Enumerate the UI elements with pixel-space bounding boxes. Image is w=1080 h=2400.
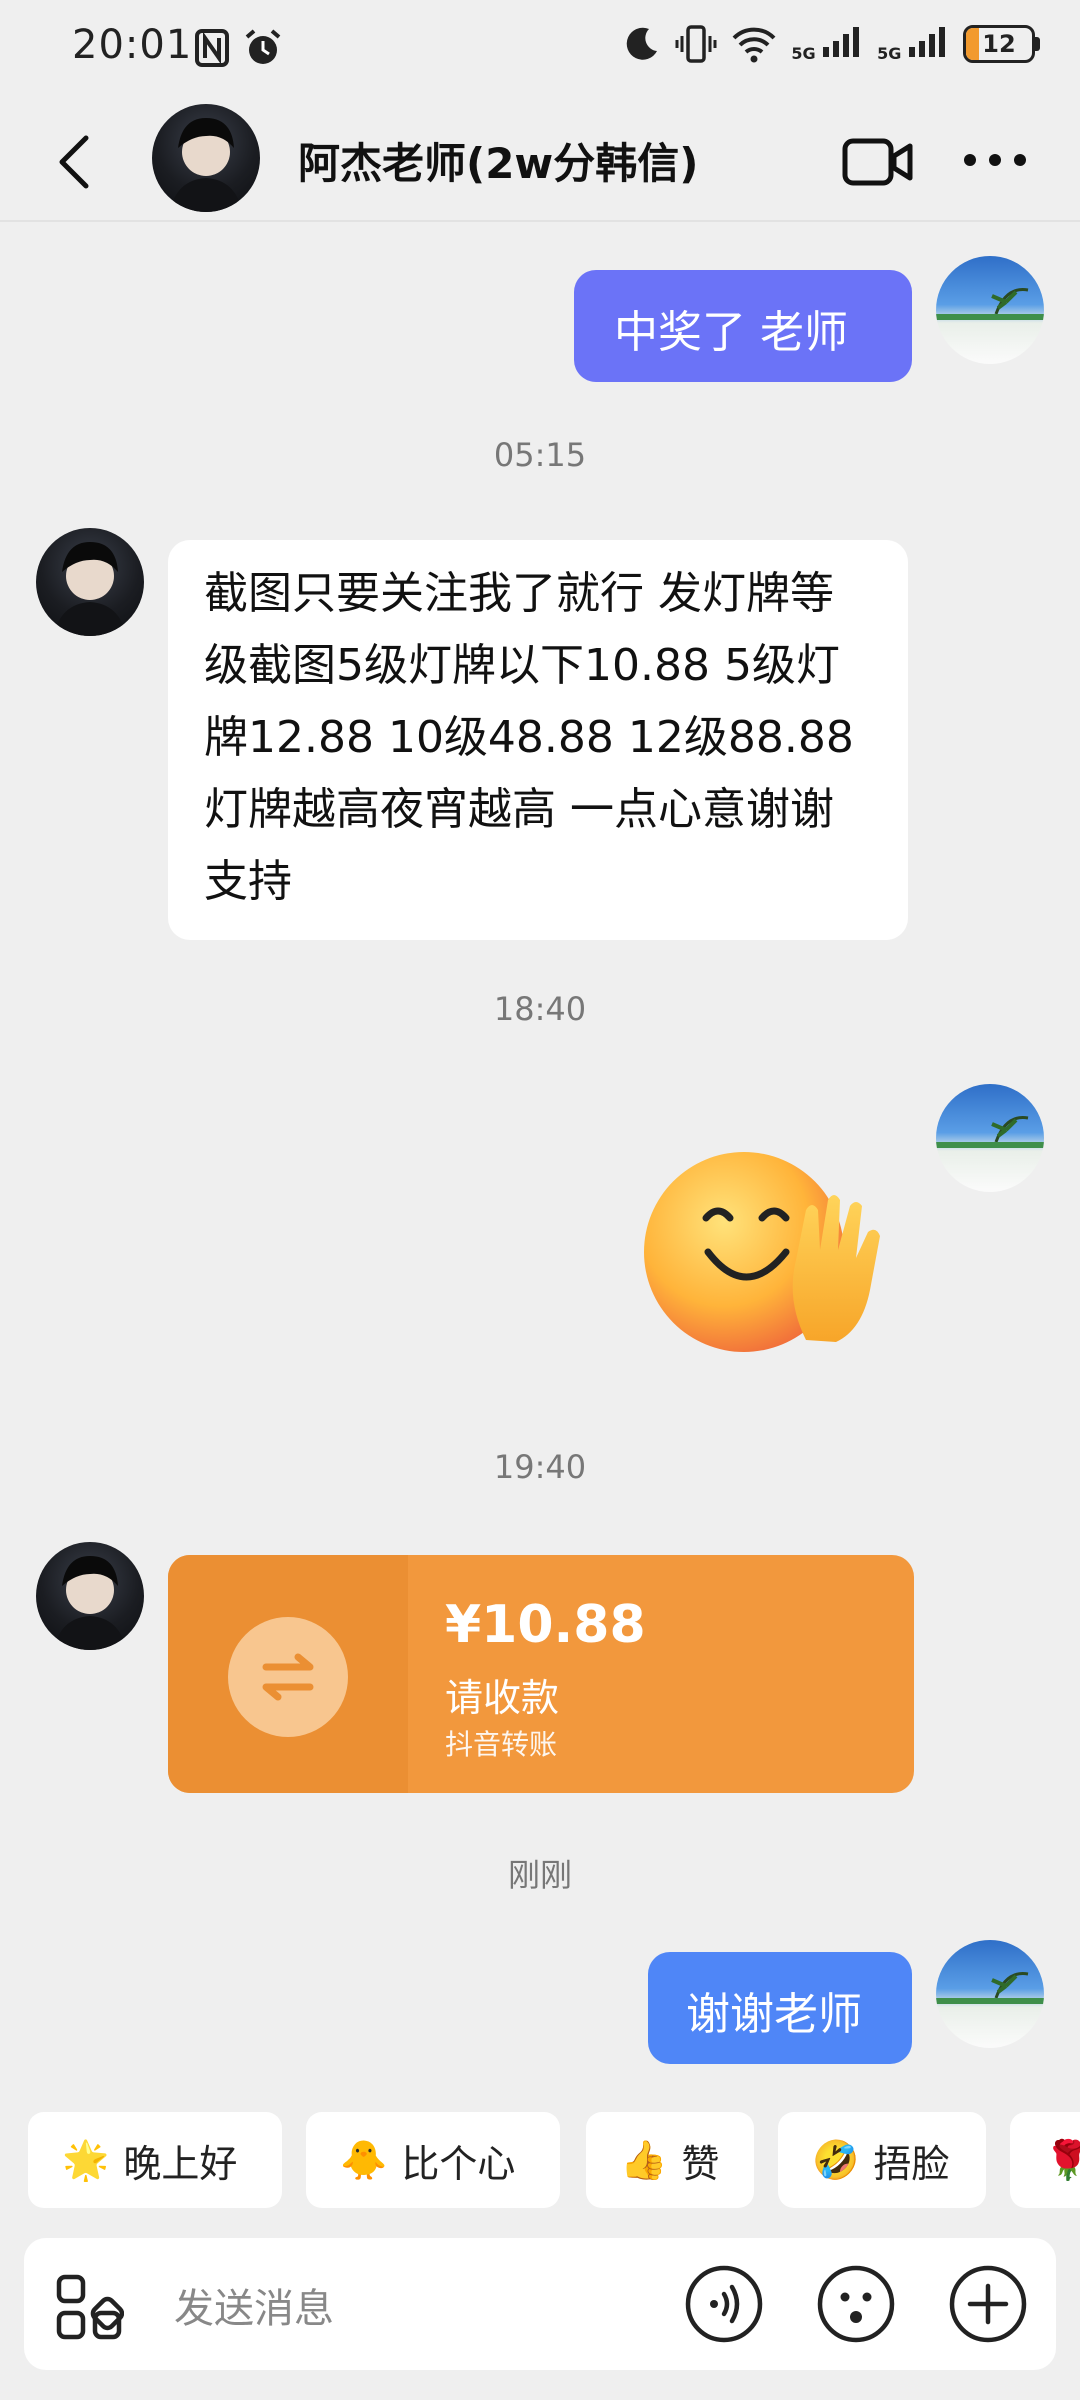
facepalm-laugh-emoji-icon: 🤣: [812, 2137, 860, 2182]
video-call-icon[interactable]: [842, 136, 914, 188]
transfer-source: 抖音转账: [445, 1728, 558, 1761]
emoji-icon[interactable]: [816, 2264, 896, 2344]
quick-reply-chip[interactable]: 🐥 比个心: [306, 2112, 560, 2208]
status-time: 20:01: [72, 22, 193, 68]
message-bubble-sent[interactable]: 谢谢老师: [648, 1952, 912, 2064]
chat-header: 阿杰老师(2w分韩信): [0, 100, 1080, 220]
quick-reply-chip[interactable]: 🤣 捂脸: [778, 2112, 986, 2208]
message-text: 谢谢老师: [686, 1989, 862, 2040]
chick-heart-emoji-icon: 🐥: [340, 2137, 388, 2182]
transfer-icon: [228, 1617, 348, 1737]
battery-icon: 12: [963, 25, 1035, 63]
quick-reply-label: 赞: [681, 2141, 720, 2186]
network-type-2: 5G: [877, 44, 902, 63]
transfer-amount: ¥10.88: [445, 1595, 646, 1655]
timestamp: 刚刚: [507, 1856, 572, 1894]
contact-avatar[interactable]: [152, 104, 260, 212]
quick-reply-chip[interactable]: 🌹: [1010, 2112, 1080, 2208]
back-arrow-icon[interactable]: [50, 132, 100, 192]
transfer-label: 请收款: [445, 1676, 560, 1720]
voice-icon[interactable]: [684, 2264, 764, 2344]
thumbs-up-emoji-icon: 👍: [620, 2137, 668, 2182]
message-bubble-sent[interactable]: 中奖了 老师: [574, 270, 912, 382]
star-emoji-icon: 🌟: [62, 2137, 110, 2182]
network-type-1: 5G: [791, 44, 816, 63]
my-avatar[interactable]: [936, 256, 1044, 364]
timestamp: 19:40: [493, 1448, 587, 1486]
message-input[interactable]: 发送消息: [174, 2276, 334, 2334]
signal-bars-icon: [823, 27, 860, 57]
quick-reply-chip[interactable]: 👍 赞: [586, 2112, 754, 2208]
transfer-card[interactable]: ¥10.88 请收款 抖音转账: [168, 1555, 914, 1793]
vibrate-icon: [675, 25, 717, 63]
quick-reply-label: 比个心: [401, 2141, 516, 2186]
quick-reply-label: 晚上好: [123, 2141, 238, 2186]
message-text: 中奖了 老师: [614, 307, 848, 358]
wifi-icon: [732, 27, 776, 63]
battery-level: 12: [982, 30, 1016, 58]
signal-1: 5G: [791, 25, 863, 63]
contact-name: 阿杰老师(2w分韩信): [298, 139, 699, 188]
message-bubble-received[interactable]: 截图只要关注我了就行 发灯牌等级截图5级灯牌以下10.88 5级灯牌12.88 …: [168, 540, 908, 940]
timestamp: 18:40: [493, 990, 587, 1028]
quick-reply-chip[interactable]: 🌟 晚上好: [28, 2112, 282, 2208]
signal-2: 5G: [877, 25, 949, 63]
status-right-icons: 5G 5G 12: [623, 24, 1040, 64]
rose-emoji-icon: 🌹: [1044, 2137, 1080, 2182]
moon-icon: [627, 27, 658, 60]
my-avatar[interactable]: [936, 1940, 1044, 2048]
contact-avatar-small[interactable]: [36, 528, 144, 636]
signal-bars-icon: [909, 27, 945, 57]
message-input-bar: 发送消息: [24, 2238, 1056, 2370]
status-left-icons: [195, 28, 283, 68]
message-text: 截图只要关注我了就行 发灯牌等级截图5级灯牌以下10.88 5级灯牌12.88 …: [204, 568, 854, 907]
header-divider: [0, 220, 1080, 222]
apps-grid-icon[interactable]: [54, 2272, 124, 2342]
contact-avatar-small[interactable]: [36, 1542, 144, 1650]
quick-reply-label: 捂脸: [873, 2141, 950, 2186]
status-bar: 20:01 5G 5G 12: [0, 0, 1080, 100]
quick-replies: 🌟 晚上好 🐥 比个心 👍 赞 🤣 捂脸 🌹: [28, 2112, 1080, 2212]
nfc-icon: [195, 29, 229, 67]
timestamp: 05:15: [493, 436, 587, 474]
battery-indicator: 12: [963, 25, 1040, 63]
my-avatar[interactable]: [936, 1084, 1044, 1192]
add-plus-icon[interactable]: [948, 2264, 1028, 2344]
alarm-icon: [245, 29, 281, 64]
more-options-icon[interactable]: [962, 140, 1028, 180]
waving-smile-sticker[interactable]: [636, 1140, 896, 1360]
